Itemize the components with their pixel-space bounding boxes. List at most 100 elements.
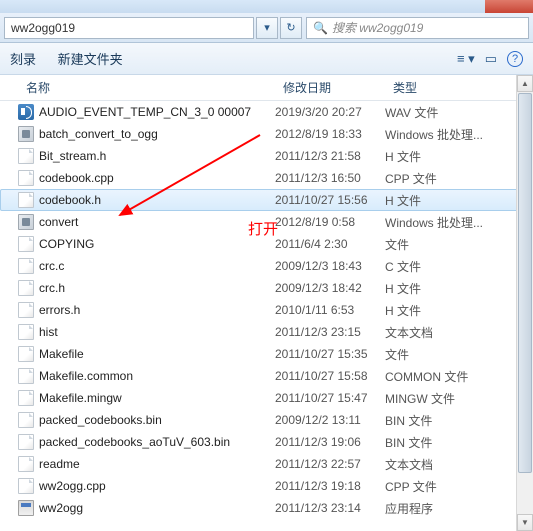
file-row[interactable]: Makefile.mingw2011/10/27 15:47MINGW 文件 <box>0 387 533 409</box>
file-row[interactable]: errors.h 2010/1/11 6:53H 文件 <box>0 299 533 321</box>
file-row[interactable]: Bit_stream.h2011/12/3 21:58H 文件 <box>0 145 533 167</box>
address-bar: ww2ogg019 ▾ ↻ 🔍 搜索 ww2ogg019 <box>0 13 533 43</box>
file-date: 2019/3/20 20:27 <box>275 105 385 119</box>
help-button[interactable]: ? <box>507 51 523 67</box>
file-type: MINGW 文件 <box>385 390 533 407</box>
file-name: errors.h <box>39 303 80 317</box>
column-date[interactable]: 修改日期 <box>275 75 385 100</box>
file-date: 2011/10/27 15:35 <box>275 347 385 361</box>
file-row[interactable]: readme2011/12/3 22:57文本文档 <box>0 453 533 475</box>
file-type: 文本文档 <box>385 324 533 341</box>
file-name: ww2ogg.cpp <box>39 479 106 493</box>
file-date: 2009/12/3 18:43 <box>275 259 385 273</box>
file-icon <box>18 412 34 428</box>
file-name-cell: ww2ogg.cpp <box>18 478 275 494</box>
file-icon <box>18 192 34 208</box>
file-name: batch_convert_to_ogg <box>39 127 158 141</box>
file-type: CPP 文件 <box>385 478 533 495</box>
file-name-cell: packed_codebooks_aoTuV_603.bin <box>18 434 275 450</box>
file-icon <box>18 434 34 450</box>
file-type: C 文件 <box>385 258 533 275</box>
file-row[interactable]: codebook.h2011/10/27 15:56H 文件 <box>0 189 533 211</box>
file-type: 应用程序 <box>385 500 533 517</box>
file-row[interactable]: AUDIO_EVENT_TEMP_CN_3_0 00007 2019/3/20 2… <box>0 101 533 123</box>
file-icon <box>18 280 34 296</box>
refresh-button[interactable]: ↻ <box>280 17 302 39</box>
preview-pane-button[interactable]: ▭ <box>485 51 497 67</box>
file-name: ww2ogg <box>39 501 83 515</box>
file-row[interactable]: COPYING2011/6/4 2:30文件 <box>0 233 533 255</box>
file-name-cell: ww2ogg <box>18 500 275 516</box>
scroll-up-button[interactable]: ▲ <box>517 75 533 92</box>
file-icon <box>18 346 34 362</box>
file-name-cell: codebook.cpp <box>18 170 275 186</box>
file-row[interactable]: hist 2011/12/3 23:15文本文档 <box>0 321 533 343</box>
file-row[interactable]: crc.h 2009/12/3 18:42H 文件 <box>0 277 533 299</box>
file-name: COPYING <box>39 237 94 251</box>
column-name[interactable]: 名称 <box>18 75 275 100</box>
column-type[interactable]: 类型 <box>385 75 533 100</box>
file-date: 2012/8/19 18:33 <box>275 127 385 141</box>
file-date: 2011/12/3 23:14 <box>275 501 385 515</box>
file-icon <box>18 148 34 164</box>
file-name-cell: hist <box>18 324 275 340</box>
new-folder-button[interactable]: 新建文件夹 <box>58 52 123 67</box>
file-row[interactable]: packed_codebooks.bin2009/12/2 13:11BIN 文… <box>0 409 533 431</box>
file-row[interactable]: ww2ogg 2011/12/3 23:14应用程序 <box>0 497 533 519</box>
file-row[interactable]: Makefile.common 2011/10/27 15:58COMMON 文件 <box>0 365 533 387</box>
file-type: COMMON 文件 <box>385 368 533 385</box>
dropdown-button[interactable]: ▾ <box>256 17 278 39</box>
scroll-thumb[interactable] <box>518 93 532 473</box>
file-name: AUDIO_EVENT_TEMP_CN_3_0 00007 <box>39 105 251 119</box>
file-row[interactable]: Makefile2011/10/27 15:35文件 <box>0 343 533 365</box>
file-list: AUDIO_EVENT_TEMP_CN_3_0 00007 2019/3/20 2… <box>0 101 533 519</box>
file-type: H 文件 <box>385 192 532 209</box>
search-input[interactable]: 🔍 搜索 ww2ogg019 <box>306 17 529 39</box>
file-date: 2009/12/2 13:11 <box>275 413 385 427</box>
file-date: 2011/12/3 22:57 <box>275 457 385 471</box>
file-icon <box>18 390 34 406</box>
file-date: 2011/12/3 16:50 <box>275 171 385 185</box>
file-name: codebook.cpp <box>39 171 114 185</box>
file-row[interactable]: packed_codebooks_aoTuV_603.bin2011/12/3 … <box>0 431 533 453</box>
file-icon <box>18 302 34 318</box>
file-date: 2011/10/27 15:58 <box>275 369 385 383</box>
file-type: H 文件 <box>385 280 533 297</box>
close-button[interactable] <box>485 0 533 13</box>
toolbar: 刻录 新建文件夹 ≡ ▾ ▭ ? <box>0 43 533 75</box>
exe-icon <box>18 500 34 516</box>
file-date: 2011/12/3 23:15 <box>275 325 385 339</box>
file-name: hist <box>39 325 58 339</box>
path-field[interactable]: ww2ogg019 <box>4 17 254 39</box>
file-row[interactable]: crc.c2009/12/3 18:43C 文件 <box>0 255 533 277</box>
file-date: 2009/12/3 18:42 <box>275 281 385 295</box>
file-icon <box>18 368 34 384</box>
file-name: readme <box>39 457 80 471</box>
file-type: H 文件 <box>385 302 533 319</box>
file-row[interactable]: batch_convert_to_ogg2012/8/19 18:33Windo… <box>0 123 533 145</box>
file-name-cell: convert <box>18 214 275 230</box>
file-name: Makefile.common <box>39 369 133 383</box>
file-row[interactable]: codebook.cpp 2011/12/3 16:50CPP 文件 <box>0 167 533 189</box>
file-name-cell: COPYING <box>18 236 275 252</box>
file-row[interactable]: ww2ogg.cpp2011/12/3 19:18CPP 文件 <box>0 475 533 497</box>
file-name: crc.h <box>39 281 65 295</box>
file-row[interactable]: convert2012/8/19 0:58Windows 批处理... <box>0 211 533 233</box>
file-name: packed_codebooks.bin <box>39 413 162 427</box>
file-type: CPP 文件 <box>385 170 533 187</box>
file-date: 2010/1/11 6:53 <box>275 303 385 317</box>
file-name: Makefile <box>39 347 84 361</box>
burn-button[interactable]: 刻录 <box>10 52 36 67</box>
file-date: 2012/8/19 0:58 <box>275 215 385 229</box>
file-icon <box>18 236 34 252</box>
scrollbar[interactable]: ▲ ▼ <box>516 75 533 531</box>
file-name: Bit_stream.h <box>39 149 106 163</box>
file-icon <box>18 170 34 186</box>
file-name-cell: Bit_stream.h <box>18 148 275 164</box>
bat-icon <box>18 126 34 142</box>
file-icon <box>18 324 34 340</box>
scroll-down-button[interactable]: ▼ <box>517 514 533 531</box>
view-mode-button[interactable]: ≡ ▾ <box>457 51 475 67</box>
file-name-cell: errors.h <box>18 302 275 318</box>
file-date: 2011/10/27 15:56 <box>275 193 385 207</box>
